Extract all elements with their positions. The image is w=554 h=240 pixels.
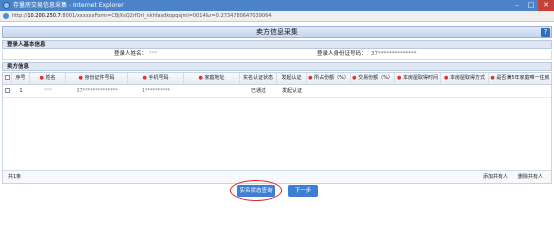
select-all-checkbox[interactable] — [3, 73, 12, 84]
seller-table: 序号 ● 姓名 ● 身份证件号码 ● 手机号码 ● 家庭地址 实名认证状态 发起… — [2, 72, 552, 184]
page-title: 卖方信息采集 — [256, 28, 298, 36]
col-header: 序号 — [12, 73, 30, 84]
auth-status-cell: 已通过 — [250, 88, 266, 94]
login-id-label: 登录人身份证号码： — [317, 51, 367, 57]
record-count: 共1条 — [8, 174, 22, 180]
login-id-value: 37************** — [371, 51, 417, 57]
close-button[interactable]: ✕ — [538, 0, 554, 11]
login-info-label: 登录人基本信息 — [7, 42, 46, 48]
phone-cell[interactable]: 1********** — [128, 86, 184, 97]
minimize-button[interactable]: – — [510, 0, 524, 11]
col-header: ● 姓名 — [30, 73, 66, 84]
col-header: ● 身份证件号码 — [66, 73, 128, 84]
col-header: ● 本房屋取得方式 — [441, 73, 489, 84]
col-header: ● 所占份额（%） — [307, 73, 351, 84]
login-name-value: *** — [149, 51, 158, 57]
table-header: 序号 ● 姓名 ● 身份证件号码 ● 手机号码 ● 家庭地址 实名认证状态 发起… — [3, 73, 551, 85]
col-header: 发起认证 — [277, 73, 307, 84]
help-icon[interactable]: ? — [541, 28, 550, 37]
col-header: ● 交易份额（%） — [351, 73, 395, 84]
row-checkbox[interactable] — [3, 86, 12, 97]
login-name-label: 登录人姓名： — [114, 51, 148, 57]
highlight-circle — [230, 180, 282, 201]
start-auth-link[interactable]: 发起认证 — [277, 86, 307, 97]
page-icon — [3, 13, 9, 19]
login-info-row: 登录人姓名： *** 登录人身份证号码： 37************** — [2, 50, 552, 60]
address-cell[interactable] — [184, 86, 240, 97]
delete-owner-link[interactable]: 删除共有人 — [518, 171, 543, 183]
col-header: ● 手机号码 — [128, 73, 184, 84]
table-footer: 共1条 添加共有人 删除共有人 — [3, 170, 551, 183]
address-bar[interactable]: http://10.200.250.7:8001/xxxxxxForm=CBjX… — [0, 11, 554, 22]
seller-info-section-header: 卖方信息 — [2, 62, 552, 71]
login-info-section-header: 登录人基本信息 — [2, 40, 552, 49]
name-cell[interactable]: *** — [30, 86, 66, 97]
add-owner-link[interactable]: 添加共有人 — [483, 171, 508, 183]
table-row[interactable]: 1 *** 37************** 1********** 已通过 发… — [3, 86, 551, 98]
id-number-cell[interactable]: 37************** — [66, 86, 128, 97]
ie-logo-icon — [3, 2, 10, 9]
next-button[interactable]: 下一步 — [288, 185, 318, 197]
col-header: ● 家庭地址 — [184, 73, 240, 84]
maximize-button[interactable]: □ — [524, 0, 538, 11]
seller-info-label: 卖方信息 — [7, 64, 30, 70]
row-index: 1 — [19, 88, 23, 94]
window-titlebar: 存量房交易信息采集 - Internet Explorer – □ ✕ — [0, 0, 554, 11]
window-title: 存量房交易信息采集 - Internet Explorer — [13, 2, 124, 9]
url-text[interactable]: http://10.200.250.7:8001/xxxxxxForm=CBjX… — [12, 11, 271, 21]
col-header: ● 本房屋取得时间 — [395, 73, 441, 84]
col-header: 实名认证状态 — [240, 73, 277, 84]
col-header: ● 是否满5年家庭唯一住房 — [490, 75, 550, 81]
page-header: 卖方信息采集 ? — [2, 26, 552, 38]
